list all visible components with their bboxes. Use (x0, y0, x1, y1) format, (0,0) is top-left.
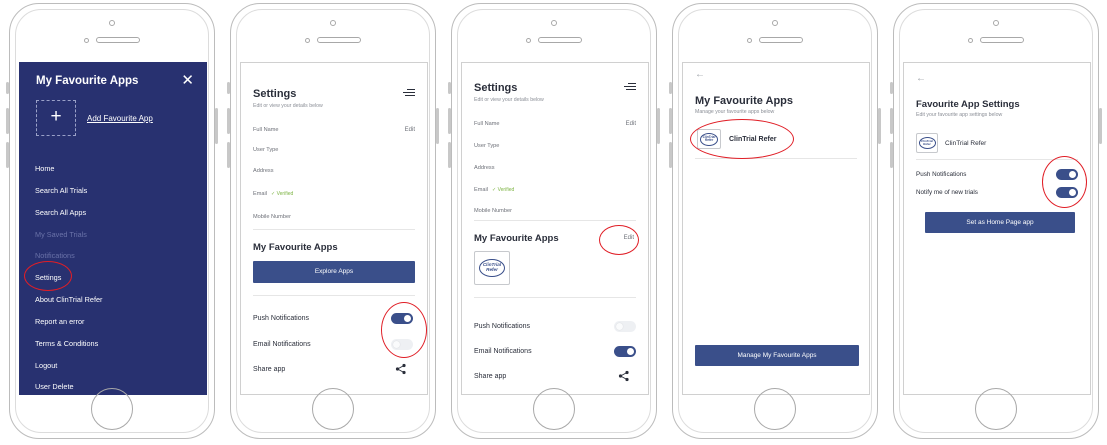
explore-apps-button[interactable]: Explore Apps (253, 261, 415, 283)
set-home-page-app-button[interactable]: Set as Home Page app (925, 212, 1075, 233)
user-type-label: User Type (253, 147, 279, 153)
email-notifications-label: Email Notifications (253, 341, 311, 348)
home-button[interactable] (754, 388, 796, 430)
push-notifications-label: Push Notifications (253, 315, 310, 322)
divider (253, 229, 415, 230)
add-favourite-app-link[interactable]: Add Favourite App (87, 114, 153, 123)
settings-screen: Settings Edit or view your details below… (240, 62, 428, 395)
menu-screen: My Favourite Apps ✕ + Add Favourite App … (19, 62, 207, 395)
phone-settings: Settings Edit or view your details below… (227, 3, 439, 439)
menu-item-report-error[interactable]: Report an error (35, 317, 84, 326)
menu-item-search-apps[interactable]: Search All Apps (35, 208, 86, 217)
page-title: Settings (474, 82, 518, 94)
clintrial-refer-app-tile[interactable]: ClinTrial Refer (474, 251, 510, 285)
home-button[interactable] (312, 388, 354, 430)
email-notifications-label: Email Notifications (474, 348, 532, 355)
share-icon[interactable] (395, 363, 407, 375)
divider (474, 220, 636, 221)
push-notifications-label: Push Notifications (916, 171, 967, 178)
share-app-label: Share app (474, 373, 507, 380)
menu-item-settings[interactable]: Settings (35, 273, 61, 282)
back-arrow-icon[interactable]: ← (916, 73, 926, 84)
fav-apps-heading: My Favourite Apps (474, 233, 559, 244)
home-button[interactable] (975, 388, 1017, 430)
full-name-label: Full Name (474, 121, 500, 127)
menu-item-about[interactable]: About ClinTrial Refer (35, 295, 102, 304)
email-label: Email ✓ Verified (474, 187, 515, 193)
clintrial-refer-logo-icon: ClinTrial Refer (479, 259, 505, 277)
push-notifications-toggle[interactable] (614, 321, 636, 332)
page-title: My Favourite Apps (695, 95, 793, 107)
settings-favourite-screen: Settings Edit or view your details below… (461, 62, 649, 395)
full-name-label: Full Name (253, 127, 279, 133)
email-notifications-toggle[interactable] (391, 339, 413, 350)
menu-item-home[interactable]: Home (35, 164, 54, 173)
user-type-label: User Type (474, 143, 500, 149)
plus-icon: + (50, 106, 62, 127)
mobile-label: Mobile Number (253, 214, 291, 220)
app-name[interactable]: ClinTrial Refer (729, 136, 776, 143)
edit-fav-apps-link[interactable]: Edit (624, 235, 634, 241)
page-title: Settings (253, 88, 297, 100)
address-label: Address (474, 165, 495, 171)
clintrial-refer-logo-icon: ClinTrial Refer (700, 132, 718, 146)
close-icon[interactable]: ✕ (181, 71, 194, 89)
edit-details-link[interactable]: Edit (626, 121, 636, 127)
divider (916, 159, 1078, 160)
divider (695, 158, 857, 159)
verified-badge: ✓ Verified (492, 187, 515, 193)
fav-apps-heading: My Favourite Apps (253, 242, 338, 253)
phone-menu: My Favourite Apps ✕ + Add Favourite App … (6, 3, 218, 439)
page-subtitle: Edit your favourite app settings below (916, 112, 1003, 118)
app-name: ClinTrial Refer (945, 140, 987, 147)
clintrial-refer-app-tile[interactable]: ClinTrial Refer (916, 133, 938, 153)
page-title: Favourite App Settings (916, 99, 1020, 110)
share-icon[interactable] (618, 370, 630, 382)
push-notifications-toggle[interactable] (1056, 169, 1078, 180)
menu-item-user-delete[interactable]: User Delete (35, 382, 74, 391)
back-arrow-icon[interactable]: ← (695, 69, 705, 80)
push-notifications-toggle[interactable] (391, 313, 413, 324)
clintrial-refer-app-tile[interactable]: ClinTrial Refer (697, 129, 721, 149)
address-label: Address (253, 168, 274, 174)
page-subtitle: Edit or view your details below (253, 103, 323, 109)
add-favourite-app-button[interactable]: + (36, 100, 76, 136)
notify-new-trials-label: Notify me of new trials (916, 189, 978, 196)
push-notifications-label: Push Notifications (474, 323, 531, 330)
page-subtitle: Manage your favourite apps below (695, 109, 775, 115)
phone-settings-favourite: Settings Edit or view your details below… (448, 3, 660, 439)
favourite-apps-screen: ← My Favourite Apps Manage your favourit… (682, 62, 870, 395)
notify-new-trials-toggle[interactable] (1056, 187, 1078, 198)
favourite-app-settings-screen: ← Favourite App Settings Edit your favou… (903, 62, 1091, 395)
divider (253, 295, 415, 296)
menu-item-saved-trials[interactable]: My Saved Trials (35, 230, 87, 239)
menu-item-logout[interactable]: Logout (35, 361, 57, 370)
menu-icon[interactable] (403, 87, 415, 98)
menu-title: My Favourite Apps (36, 75, 139, 87)
email-label: Email ✓ Verified (253, 191, 294, 197)
edit-details-link[interactable]: Edit (405, 127, 415, 133)
email-notifications-toggle[interactable] (614, 346, 636, 357)
divider (474, 297, 636, 298)
clintrial-refer-logo-icon: ClinTrial Refer (918, 137, 936, 149)
phone-favourite-apps: ← My Favourite Apps Manage your favourit… (669, 3, 881, 439)
page-subtitle: Edit or view your details below (474, 97, 544, 103)
menu-item-notifications[interactable]: Notifications (35, 251, 75, 260)
home-button[interactable] (91, 388, 133, 430)
highlight-ring-toggles (1042, 156, 1087, 208)
phone-favourite-app-settings: ← Favourite App Settings Edit your favou… (890, 3, 1102, 439)
mobile-label: Mobile Number (474, 208, 512, 214)
menu-item-search-trials[interactable]: Search All Trials (35, 186, 87, 195)
manage-favourite-apps-button[interactable]: Manage My Favourite Apps (695, 345, 859, 366)
menu-item-terms[interactable]: Terms & Conditions (35, 339, 98, 348)
home-button[interactable] (533, 388, 575, 430)
menu-icon[interactable] (624, 81, 636, 92)
share-app-label: Share app (253, 366, 286, 373)
verified-badge: ✓ Verified (271, 191, 294, 197)
